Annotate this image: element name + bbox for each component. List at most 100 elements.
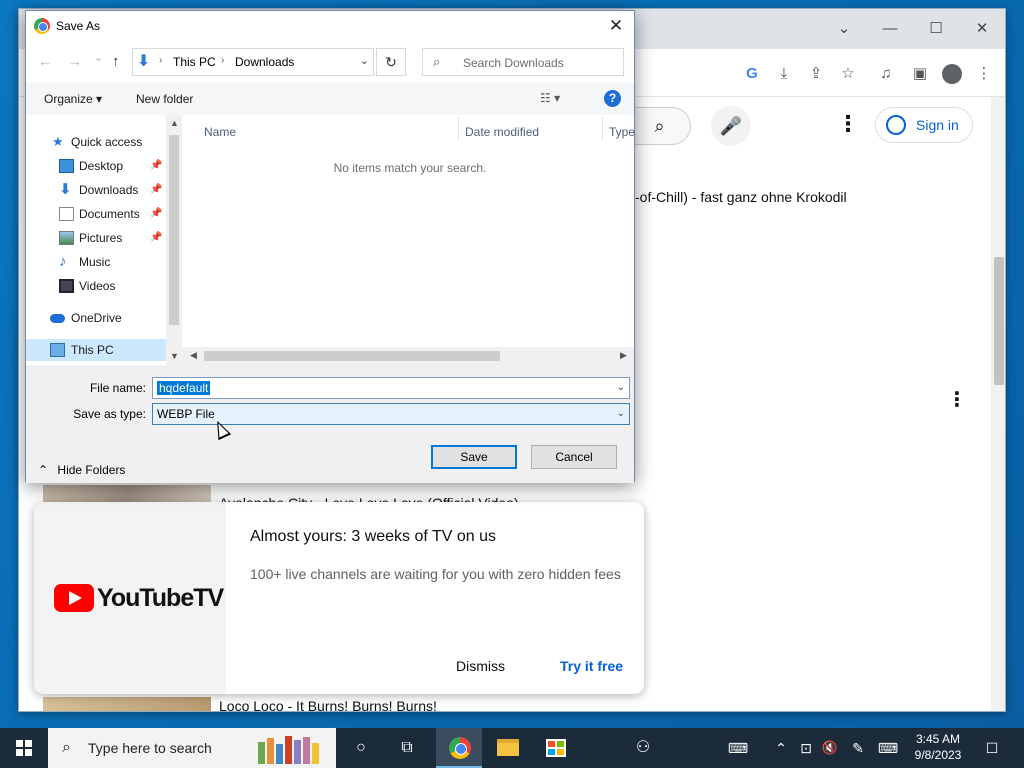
pin-icon: 📌 [150,232,163,243]
taskbar-file-explorer-button[interactable] [484,728,530,768]
column-separator[interactable] [602,117,603,141]
pen-workspace-icon[interactable]: ✎ [846,728,870,768]
notification-center-icon[interactable]: ☐ [976,728,1008,768]
file-name-dropdown-icon[interactable]: ⌄ [617,382,625,393]
sidebar-item-label: Music [79,255,111,269]
video-title[interactable]: Loco Loco - It Burns! Burns! Burns! [219,698,437,711]
google-lens-icon[interactable]: G [741,63,763,85]
address-dropdown-icon[interactable]: ⌄ [360,54,369,67]
close-window-button[interactable]: ✕ [967,17,997,41]
install-app-icon[interactable]: ⤓ [773,63,795,85]
sidebar-item-label: This PC [71,343,114,357]
minimize-button[interactable]: — [875,17,905,41]
network-icon[interactable]: ⊡ [794,728,818,768]
input-indicator-icon[interactable]: ⌨ [874,728,902,768]
video-thumbnail[interactable] [43,697,211,711]
scroll-left-icon[interactable]: ◀ [190,350,197,361]
show-hidden-icons-chevron-icon[interactable]: ⌃ [770,728,792,768]
up-arrow-icon[interactable]: ↑ [112,53,120,70]
scroll-down-icon[interactable]: ▼ [170,351,179,361]
video-title[interactable]: -of-Chill) - fast ganz ohne Krokodil [635,189,847,205]
sidebar-item-label: Documents [79,207,140,221]
bookmark-star-icon[interactable]: ☆ [837,63,859,85]
file-list-horizontal-scrollbar[interactable]: ◀ ▶ [182,347,634,365]
breadcrumb-this-pc[interactable]: This PC [173,55,216,69]
profile-avatar-icon[interactable] [942,64,962,84]
chrome-menu-icon[interactable]: ⋮ [973,63,995,85]
account-circle-icon [886,115,906,135]
recent-locations-icon[interactable]: ⌄ [94,51,103,64]
scroll-up-icon[interactable]: ▲ [170,118,179,128]
navigation-pane-scrollbar-thumb[interactable] [169,135,179,325]
side-panel-icon[interactable]: ▣ [909,63,931,85]
taskbar-store-button[interactable] [532,728,578,768]
try-it-free-button[interactable]: Try it free [560,658,623,674]
youtube-tv-logo-text: YouTubeTV [97,583,224,612]
breadcrumb-separator: › [159,55,163,66]
dialog-titlebar[interactable]: Save As ✕ [26,11,634,41]
back-arrow-icon[interactable]: ← [38,53,52,69]
navigation-pane-scrollbar[interactable]: ▲ ▼ [166,115,182,365]
breadcrumb-downloads[interactable]: Downloads [235,55,294,69]
column-header-type[interactable]: Type [609,125,635,139]
volume-muted-icon[interactable]: 🔇 [818,728,842,768]
people-icon[interactable]: ⚇ [620,728,666,768]
column-separator[interactable] [458,117,459,141]
sidebar-item-downloads[interactable]: ⬇ Downloads 📌 [26,179,166,201]
help-icon[interactable]: ? [604,90,621,107]
change-view-icon[interactable]: ☷ ▾ [540,91,560,105]
pin-icon: 📌 [150,160,163,171]
address-bar[interactable]: ⬇ › This PC › Downloads ⌄ [132,48,374,76]
touch-keyboard-icon[interactable]: ⌨ [722,728,754,768]
task-view-icon[interactable]: ⧉ [384,728,430,768]
maximize-button[interactable]: ☐ [921,17,951,41]
file-name-input[interactable]: hqdefault ⌄ [152,377,630,399]
forward-arrow-icon[interactable]: → [68,53,82,69]
microsoft-store-icon [546,739,566,757]
sign-in-button[interactable]: Sign in [875,107,973,143]
system-clock[interactable]: 3:45 AM 9/8/2023 [906,731,970,763]
sidebar-item-videos[interactable]: Videos [26,275,166,297]
scroll-right-icon[interactable]: ▶ [620,350,627,361]
voice-search-mic-icon[interactable]: 🎤 [711,106,751,146]
dismiss-button[interactable]: Dismiss [456,658,505,674]
organize-menu[interactable]: Organize ▾ [44,92,102,106]
hide-folders-toggle[interactable]: ⌃ Hide Folders [38,463,125,477]
sidebar-item-onedrive[interactable]: OneDrive [26,307,166,329]
videos-icon [59,279,74,293]
pin-icon: 📌 [150,208,163,219]
page-scrollbar-thumb[interactable] [994,257,1004,385]
sidebar-item-music[interactable]: ♪ Music [26,251,166,273]
column-header-name[interactable]: Name [204,125,236,139]
youtube-settings-menu-icon[interactable]: ⋮ [837,111,859,137]
search-highlight-books-icon [258,734,334,764]
sidebar-item-label: Pictures [79,231,123,245]
file-name-label: File name: [89,381,146,395]
page-scrollbar[interactable] [991,97,1005,711]
search-downloads-input[interactable]: ⌕ Search Downloads [422,48,624,76]
media-control-icon[interactable]: ♫ [875,63,897,85]
breadcrumb-separator: › [221,55,225,66]
sidebar-item-quick-access[interactable]: ★ Quick access [26,131,166,153]
cancel-button[interactable]: Cancel [531,445,617,469]
sidebar-item-this-pc[interactable]: This PC [26,339,166,361]
video-actions-menu-icon[interactable]: ⋮ [947,387,967,412]
save-button[interactable]: Save [431,445,517,469]
horizontal-scrollbar-thumb[interactable] [204,351,500,361]
sidebar-item-documents[interactable]: Documents 📌 [26,203,166,225]
taskbar-chrome-button[interactable] [436,728,482,768]
refresh-button[interactable]: ↻ [376,48,406,76]
dialog-close-button[interactable]: ✕ [604,14,628,38]
start-button[interactable] [0,728,48,768]
sidebar-item-desktop[interactable]: Desktop 📌 [26,155,166,177]
save-as-type-dropdown-icon[interactable]: ⌄ [617,408,625,419]
share-icon[interactable]: ⇪ [805,63,827,85]
youtube-search-button[interactable]: ⌕ [629,107,691,145]
tab-search-icon[interactable]: ⌄ [829,17,859,41]
taskbar-search-box[interactable]: ⌕ Type here to search [48,728,336,768]
chrome-icon [449,737,471,759]
cortana-icon[interactable]: ○ [338,728,384,768]
new-folder-button[interactable]: New folder [136,92,193,106]
column-header-date-modified[interactable]: Date modified [465,125,539,139]
sidebar-item-pictures[interactable]: Pictures 📌 [26,227,166,249]
